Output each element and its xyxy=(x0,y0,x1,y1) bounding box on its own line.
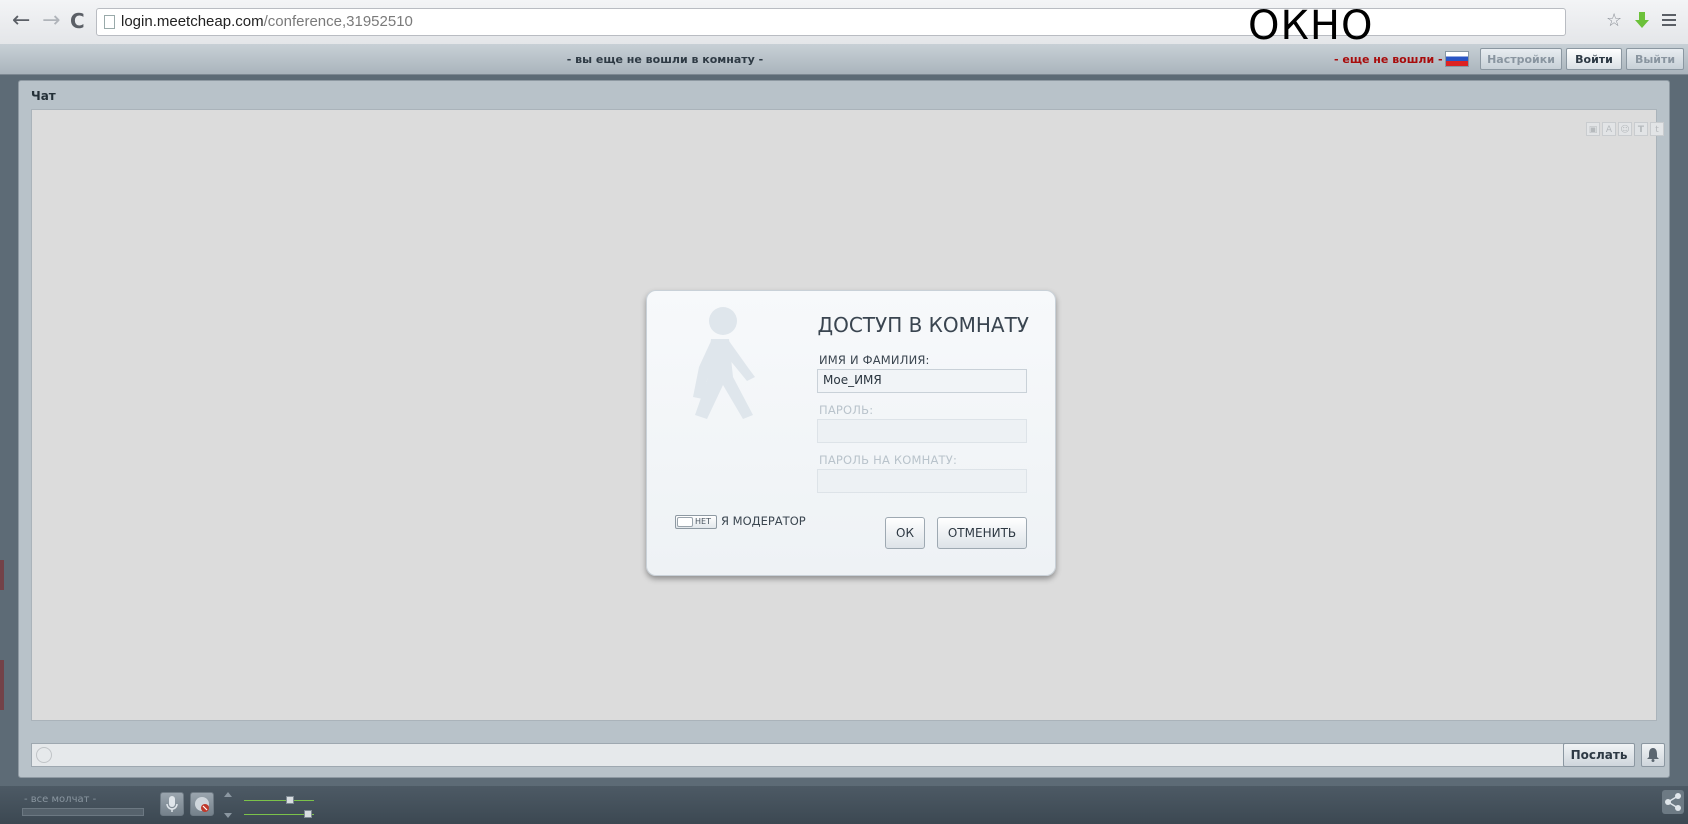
browser-toolbar: ← → C login.meetcheap.com/conference,319… xyxy=(0,0,1688,45)
room-status-text: - вы еще не вошли в комнату - xyxy=(566,53,764,66)
app-topbar: - вы еще не вошли в комнату - - еще не в… xyxy=(0,44,1688,75)
window-edge-artifact xyxy=(0,560,4,590)
settings-button[interactable]: Настройки xyxy=(1480,48,1562,70)
password-input[interactable] xyxy=(817,419,1027,443)
page-icon xyxy=(104,15,115,29)
toggle-knob xyxy=(677,517,693,527)
room-password-label: ПАРОЛЬ НА КОМНАТУ: xyxy=(819,453,958,467)
font-increase-icon[interactable]: T xyxy=(1634,122,1648,136)
mic-volume-slider[interactable] xyxy=(244,800,314,801)
chat-message-input[interactable] xyxy=(31,743,1579,767)
arrow-left-icon[interactable]: ← xyxy=(12,10,30,32)
name-input[interactable]: Мое_ИМЯ xyxy=(817,369,1027,393)
microphone-icon[interactable] xyxy=(160,792,184,816)
reload-icon[interactable]: C xyxy=(70,10,85,32)
font-color-icon[interactable]: A xyxy=(1602,122,1616,136)
name-label: ИМЯ И ФАМИЛИЯ: xyxy=(819,353,930,367)
dialog-title: ДОСТУП В КОМНАТУ xyxy=(817,313,1029,337)
room-access-dialog: ДОСТУП В КОМНАТУ ИМЯ И ФАМИЛИЯ: Мое_ИМЯ … xyxy=(646,290,1056,576)
ok-button[interactable]: ОК xyxy=(885,517,925,549)
send-button[interactable]: Послать xyxy=(1563,743,1635,767)
image-icon[interactable]: ▣ xyxy=(1586,122,1600,136)
cancel-button[interactable]: ОТМЕНИТЬ xyxy=(937,517,1027,549)
window-edge-artifact xyxy=(0,660,4,710)
share-icon[interactable] xyxy=(1662,790,1684,814)
media-control-bar: - все молчат - xyxy=(0,786,1688,824)
toggle-state-text: НЕТ xyxy=(695,517,711,526)
speakers-status-text: - все молчат - xyxy=(24,794,97,805)
moderator-label: Я МОДЕРАТОР xyxy=(721,514,806,528)
url-path: /conference,31952510 xyxy=(263,13,413,30)
hamburger-menu-icon[interactable] xyxy=(1662,14,1676,26)
star-icon[interactable]: ☆ xyxy=(1606,12,1622,30)
url-text: login.meetcheap.com/conference,31952510 xyxy=(121,13,413,30)
font-decrease-icon[interactable]: t xyxy=(1650,122,1664,136)
room-password-input[interactable] xyxy=(817,469,1027,493)
download-extension-icon[interactable] xyxy=(1634,12,1650,30)
volume-arrows-icon xyxy=(224,792,232,818)
speaker-volume-knob[interactable] xyxy=(304,810,312,818)
language-flag-icon[interactable] xyxy=(1445,51,1469,67)
moderator-toggle[interactable]: НЕТ xyxy=(675,515,717,529)
bell-icon[interactable] xyxy=(1641,743,1665,767)
url-domain: login.meetcheap.com xyxy=(121,13,264,30)
overlay-caption: ОКНО xyxy=(1248,3,1374,49)
arrow-right-icon[interactable]: → xyxy=(42,10,60,32)
login-status-text: - еще не вошли - xyxy=(1334,53,1443,66)
emoticon-icon[interactable] xyxy=(36,747,52,763)
speaker-activity-bar xyxy=(22,808,144,816)
logout-button[interactable]: Выйти xyxy=(1626,48,1684,70)
camera-off-icon[interactable] xyxy=(190,792,214,816)
chat-title: Чат xyxy=(31,89,56,103)
mic-volume-knob[interactable] xyxy=(286,796,294,804)
login-button[interactable]: Войти xyxy=(1566,48,1622,70)
smiley-icon[interactable]: ☺ xyxy=(1618,122,1632,136)
password-label: ПАРОЛЬ: xyxy=(819,403,874,417)
